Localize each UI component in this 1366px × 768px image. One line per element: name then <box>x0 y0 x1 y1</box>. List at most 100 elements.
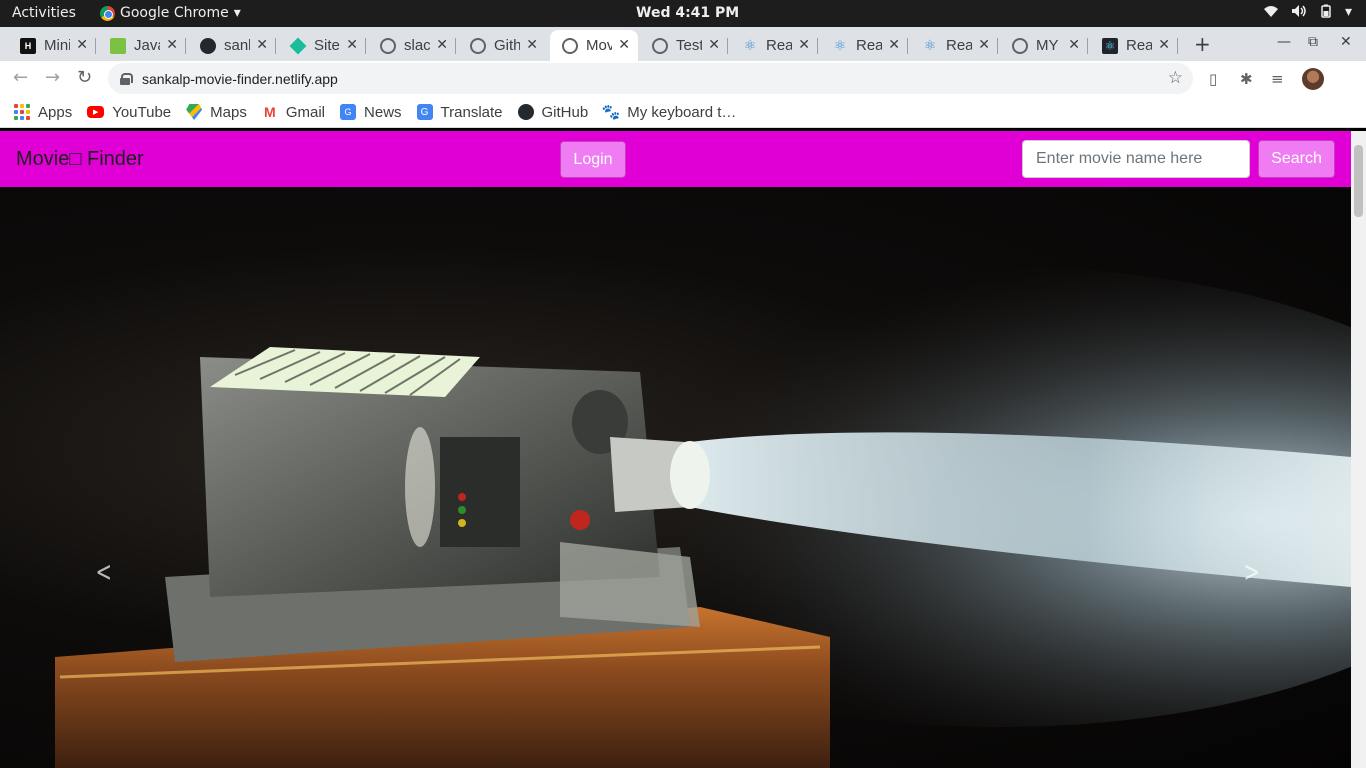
restore-icon[interactable]: ⧉ <box>1308 34 1318 50</box>
app-menu[interactable]: Google Chrome ▾ <box>100 5 241 21</box>
chrome-icon <box>100 5 115 21</box>
github-icon <box>517 104 534 120</box>
bookmark-translate[interactable]: G Translate <box>416 104 503 121</box>
close-icon[interactable]: ✕ <box>1158 36 1170 53</box>
hero-carousel: < > <box>0 187 1351 768</box>
tab-title: Mov <box>586 37 612 54</box>
tab-movie-finder[interactable]: Mov ✕ <box>550 30 638 61</box>
bookmark-github[interactable]: GitHub <box>517 103 589 121</box>
gmail-icon: M <box>264 104 276 120</box>
tab-title: Site <box>314 37 340 54</box>
bookmark-apps[interactable]: Apps <box>14 104 72 121</box>
tab-title: Mini <box>44 37 70 54</box>
back-arrow-icon[interactable]: ← <box>13 67 28 88</box>
site-brand[interactable]: Movie□ Finder <box>16 148 144 171</box>
close-icon[interactable]: ✕ <box>798 36 810 53</box>
movie-search-input[interactable] <box>1022 140 1250 178</box>
minimize-icon[interactable]: — <box>1277 34 1291 50</box>
bookmark-maps[interactable]: Maps <box>186 104 247 121</box>
github-icon <box>200 37 216 54</box>
page-scrollbar[interactable] <box>1351 131 1366 768</box>
tab-title: slac <box>404 37 430 54</box>
bookmark-star-icon[interactable]: ☆ <box>1168 68 1183 88</box>
tab-react-4[interactable]: ⚛ Rea ✕ <box>1090 30 1178 61</box>
apps-grid-icon <box>14 104 30 120</box>
tab-site[interactable]: Site ✕ <box>278 30 366 61</box>
bookmark-news[interactable]: G News <box>340 104 402 121</box>
close-icon[interactable]: ✕ <box>526 36 538 53</box>
lock-icon[interactable] <box>120 72 133 85</box>
close-icon[interactable]: ✕ <box>166 36 178 53</box>
search-button[interactable]: Search <box>1258 140 1335 178</box>
close-icon[interactable]: ✕ <box>256 36 268 53</box>
bookmark-label: Gmail <box>285 103 326 121</box>
tab-title: MY <box>1036 37 1059 54</box>
tab-title: Java <box>134 37 160 54</box>
system-menu-caret-icon: ▾ <box>1344 4 1352 20</box>
globe-icon <box>1012 37 1028 54</box>
tab-react-1[interactable]: ⚛ Rea ✕ <box>730 30 818 61</box>
site-navbar: Movie□ Finder Login Search <box>0 131 1351 187</box>
close-icon[interactable]: ✕ <box>708 36 720 53</box>
bookmark-keyboard[interactable]: 🐾 My keyboard t… <box>601 103 737 122</box>
paw-icon: 🐾 <box>601 104 621 121</box>
tab-sank[interactable]: sank ✕ <box>188 30 276 61</box>
tab-github[interactable]: Gith ✕ <box>458 30 546 61</box>
login-button[interactable]: Login <box>560 141 626 178</box>
new-tab-button[interactable]: + <box>1194 32 1211 56</box>
tab-title: Rea <box>766 37 792 54</box>
window-close-icon[interactable]: ✕ <box>1340 34 1352 50</box>
activities-button[interactable]: Activities <box>12 5 76 21</box>
tab-mini[interactable]: H Mini ✕ <box>8 30 96 61</box>
maps-icon <box>186 104 203 120</box>
tab-slack[interactable]: slac ✕ <box>368 30 456 61</box>
netlify-icon <box>289 37 307 54</box>
bookmark-gmail[interactable]: M Gmail <box>262 104 325 121</box>
address-bar[interactable]: sankalp-movie-finder.netlify.app ☆ <box>108 63 1193 94</box>
clock[interactable]: Wed 4:41 PM <box>636 5 739 21</box>
close-icon[interactable]: ✕ <box>436 36 448 53</box>
close-icon[interactable]: ✕ <box>888 36 900 53</box>
profile-avatar[interactable] <box>1302 68 1324 90</box>
bookmark-youtube[interactable]: ▶ YouTube <box>87 104 171 121</box>
globe-icon <box>470 37 486 54</box>
globe-icon <box>380 37 396 54</box>
close-icon[interactable]: ✕ <box>978 36 990 53</box>
bookmark-label: GitHub <box>541 103 589 121</box>
tab-title: sank <box>224 37 250 54</box>
bookmark-label: YouTube <box>112 103 172 121</box>
reload-icon[interactable]: ↻ <box>77 67 92 88</box>
bookmark-label: Maps <box>210 103 247 121</box>
react-icon: ⚛ <box>833 37 847 53</box>
carousel-next-icon[interactable]: > <box>1244 555 1260 588</box>
puzzle-extensions-icon[interactable]: ✱ <box>1240 70 1253 88</box>
hackerrank-icon: H <box>20 37 36 54</box>
scrollbar-thumb[interactable] <box>1354 145 1363 217</box>
media-control-icon[interactable]: ≡ <box>1271 70 1284 88</box>
tab-title: Test <box>676 37 702 54</box>
tab-title: Rea <box>856 37 882 54</box>
react-icon: ⚛ <box>1102 37 1118 54</box>
close-icon[interactable]: ✕ <box>76 36 88 53</box>
extension-icon[interactable]: ▯ <box>1209 70 1217 88</box>
close-icon[interactable]: ✕ <box>618 36 630 53</box>
bookmark-label: Apps <box>38 103 73 121</box>
youtube-icon: ▶ <box>87 106 105 118</box>
carousel-prev-icon[interactable]: < <box>96 555 112 588</box>
wifi-icon <box>1263 4 1279 22</box>
tab-java[interactable]: Java ✕ <box>98 30 186 61</box>
close-icon[interactable]: ✕ <box>346 36 358 53</box>
system-tray[interactable]: ▾ <box>1263 4 1352 22</box>
battery-icon <box>1319 4 1333 22</box>
tab-react-2[interactable]: ⚛ Rea ✕ <box>820 30 908 61</box>
forward-arrow-icon[interactable]: → <box>45 67 60 88</box>
address-url[interactable]: sankalp-movie-finder.netlify.app <box>142 71 338 87</box>
close-icon[interactable]: ✕ <box>1068 36 1080 53</box>
tab-test[interactable]: Test ✕ <box>640 30 728 61</box>
tab-my[interactable]: MY ✕ <box>1000 30 1088 61</box>
tab-react-3[interactable]: ⚛ Rea ✕ <box>910 30 998 61</box>
react-icon: ⚛ <box>743 37 757 53</box>
tab-strip: H Mini ✕ Java ✕ sank ✕ Site ✕ slac ✕ Git… <box>0 27 1366 61</box>
translate-icon: G <box>416 104 433 120</box>
bookmark-label: My keyboard t… <box>627 103 737 121</box>
